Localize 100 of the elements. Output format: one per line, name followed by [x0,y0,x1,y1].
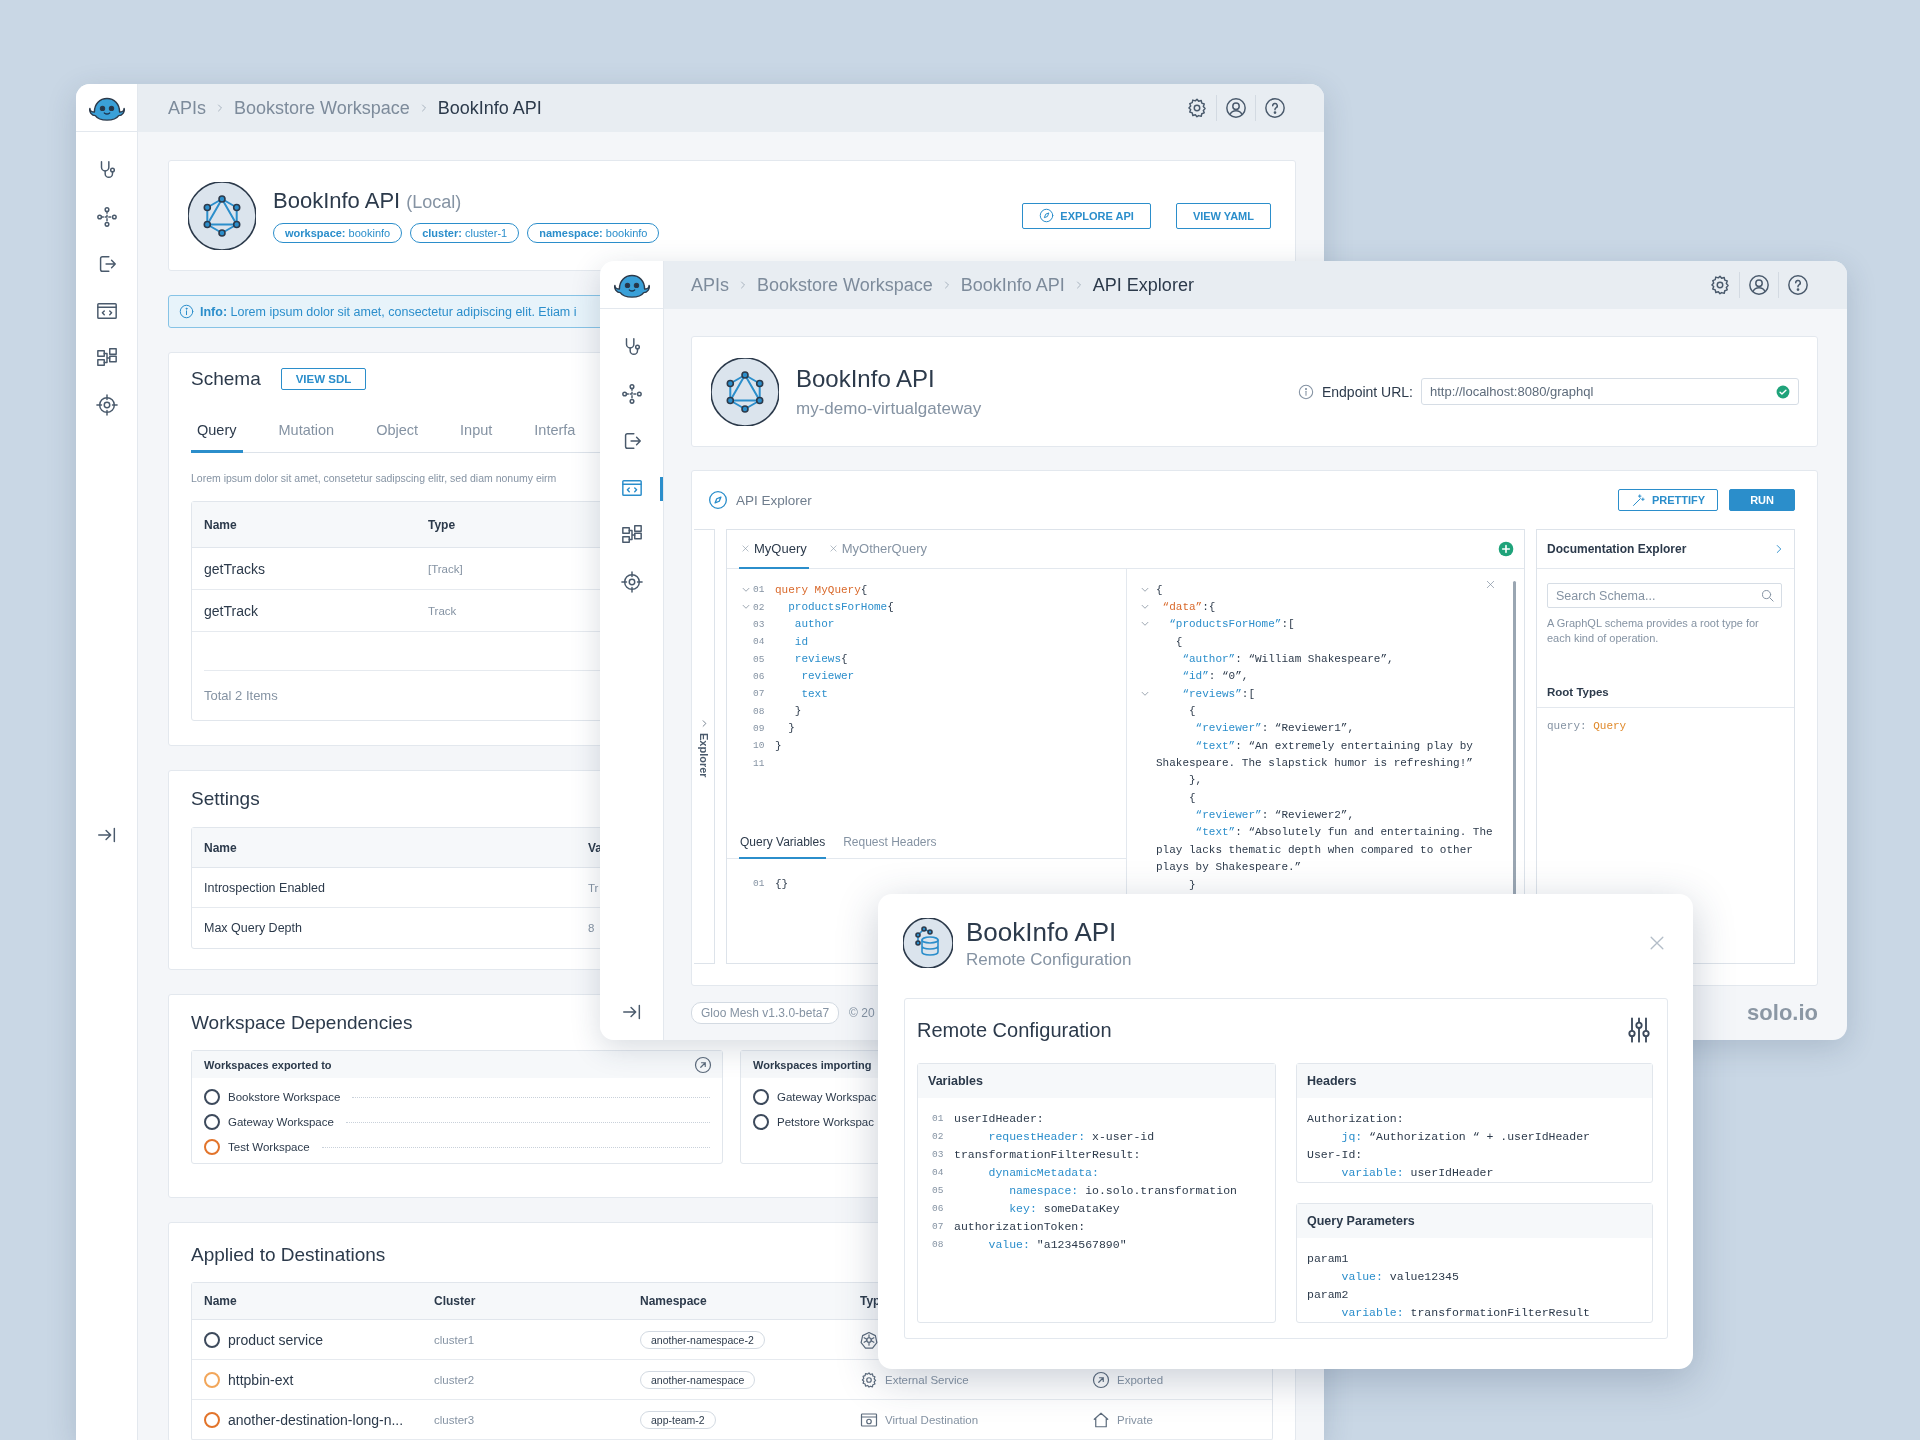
tab[interactable]: Object [370,408,425,453]
api-title: BookInfo API [273,188,401,213]
list-title: Workspaces importing [753,1058,872,1071]
code-line: id [793,635,808,648]
code-line: “text”: “An extremely entertaining play by [1194,739,1473,752]
copyright-text: © 20 [849,1006,875,1020]
table-cell: getTracks [204,560,265,577]
table-cell: Introspection Enabled [204,880,325,895]
code-line: query: Query [1547,719,1627,732]
check-icon [1776,384,1790,399]
tab[interactable]: Query [191,408,243,453]
column-header: Name [204,1294,237,1308]
breadcrumb-link[interactable]: APIs [691,274,729,296]
dialog-subtitle: Remote Configuration [966,949,1132,970]
arrow-circle-icon [1092,1370,1110,1389]
action-button[interactable]: VIEW SDL [280,368,367,390]
search-input[interactable]: Search Schema... [1556,584,1760,607]
breadcrumb-link[interactable]: Bookstore Workspace [234,97,410,119]
breadcrumb-link[interactable]: BookInfo API [960,274,1065,296]
code-line: } [787,722,795,735]
help-icon[interactable] [1264,97,1286,119]
code-line: “id”: “0”, [1181,670,1249,683]
settings-icon[interactable] [1709,274,1731,296]
code-line: “author”: “William Shakespeare”, [1181,653,1394,666]
database-avatar-icon [903,918,953,968]
breadcrumb-link[interactable]: BookInfo API [437,97,542,119]
close-icon [828,544,838,553]
code-line: query MyQuery{ [775,583,868,596]
line-number: 04 [753,636,766,648]
help-icon[interactable] [1787,274,1809,296]
explorer-tab[interactable]: Explorer [694,529,715,964]
line-number: 04 [932,1166,945,1178]
code-line: variable: transformationFilterResult [1340,1305,1590,1319]
table-cell: Private [1117,1413,1153,1426]
line-number: 03 [932,1148,945,1160]
code-line: userIdHeader: [954,1111,1044,1125]
tab[interactable]: MyQuery [739,530,809,569]
line-number: 06 [753,670,766,682]
line-number: 02 [932,1130,945,1142]
action-button[interactable]: PRETTIFY [1618,489,1719,511]
tab[interactable]: Query Variables [739,827,827,859]
line-number: 07 [932,1220,945,1232]
table-cell: Max Query Depth [204,921,302,935]
card-title: API Explorer [736,492,812,508]
line-number: 03 [753,618,766,630]
tab[interactable]: Input [454,408,499,453]
user-icon[interactable] [1748,274,1770,296]
code-line: plays by Shakespeare.” [1156,861,1302,874]
endpoint-url-field[interactable]: http://localhost:8080/graphql [1421,378,1799,405]
column-header: Cluster [434,1294,476,1308]
code-line: param1 [1307,1251,1349,1265]
line-number: 05 [753,653,766,665]
search-field[interactable]: Search Schema... [1547,583,1782,608]
network-icon [620,383,643,405]
code-line: “reviewer”: “Reviewer1”, [1194,722,1355,735]
code-line: requestHeader: x-user-id [987,1129,1155,1143]
code-line: “data”:{ [1161,601,1216,613]
action-button[interactable]: RUN [1729,489,1795,511]
api-qualifier: (Local) [406,192,462,212]
code-line: “productsForHome”:[ [1168,618,1295,631]
table-cell: 8 [588,922,595,934]
code-line: param2 [1307,1287,1349,1301]
line-number: 01 [753,584,766,596]
sliders-icon[interactable] [1625,1016,1653,1044]
code-line: transformationFilterResult: [954,1147,1141,1161]
user-icon[interactable] [1225,97,1247,119]
action-button[interactable]: EXPLORE API [1022,202,1151,229]
section-title: Workspace Dependencies [191,1011,413,1035]
code-line: “reviewer”: “Reviewer2”, [1194,809,1355,822]
settings-icon[interactable] [1186,97,1208,119]
line-number: 01 [932,1112,945,1124]
code-line: “reviews”:[ [1181,687,1256,700]
tab[interactable]: Request Headers [842,827,938,859]
arrow-circle-icon[interactable] [694,1055,712,1074]
add-icon[interactable] [1498,541,1514,557]
code-line: { [1188,705,1196,718]
tab[interactable]: Mutation [272,408,341,453]
line-number: 10 [753,740,766,752]
section-title: Remote Configuration [917,1018,1112,1042]
breadcrumb-link[interactable]: APIs [168,97,206,119]
info-text: Info: Lorem ipsum dolor sit amet, consectetur adipiscing elit. Etiam i [200,304,577,319]
line-number: 08 [932,1238,945,1250]
tab[interactable]: MyOtherQuery [826,530,929,569]
url-input[interactable]: http://localhost:8080/graphql [1430,379,1776,404]
code-line: Authorization: [1307,1111,1404,1125]
breadcrumb-link[interactable]: API Explorer [1092,274,1194,296]
field-label: Endpoint URL: [1321,383,1413,400]
browser-window-icon [860,1410,878,1429]
description: Lorem ipsum dolor sit amet, consetetur sadipscing elitr, sed diam nonumy eirm [191,472,558,484]
workspace-name: Test Workspace [228,1141,310,1153]
action-button[interactable]: VIEW YAML [1175,202,1271,229]
code-window-icon [620,477,643,499]
crosshair-icon [620,571,643,593]
table-cell: cluster3 [434,1413,475,1426]
brand-logo: solo.io [1747,1000,1818,1026]
tab[interactable]: Interfa [528,408,582,453]
line-number: 06 [932,1202,945,1214]
code-line: text [800,687,828,700]
table-cell: Exported [1117,1373,1164,1386]
breadcrumb-link[interactable]: Bookstore Workspace [757,274,933,296]
